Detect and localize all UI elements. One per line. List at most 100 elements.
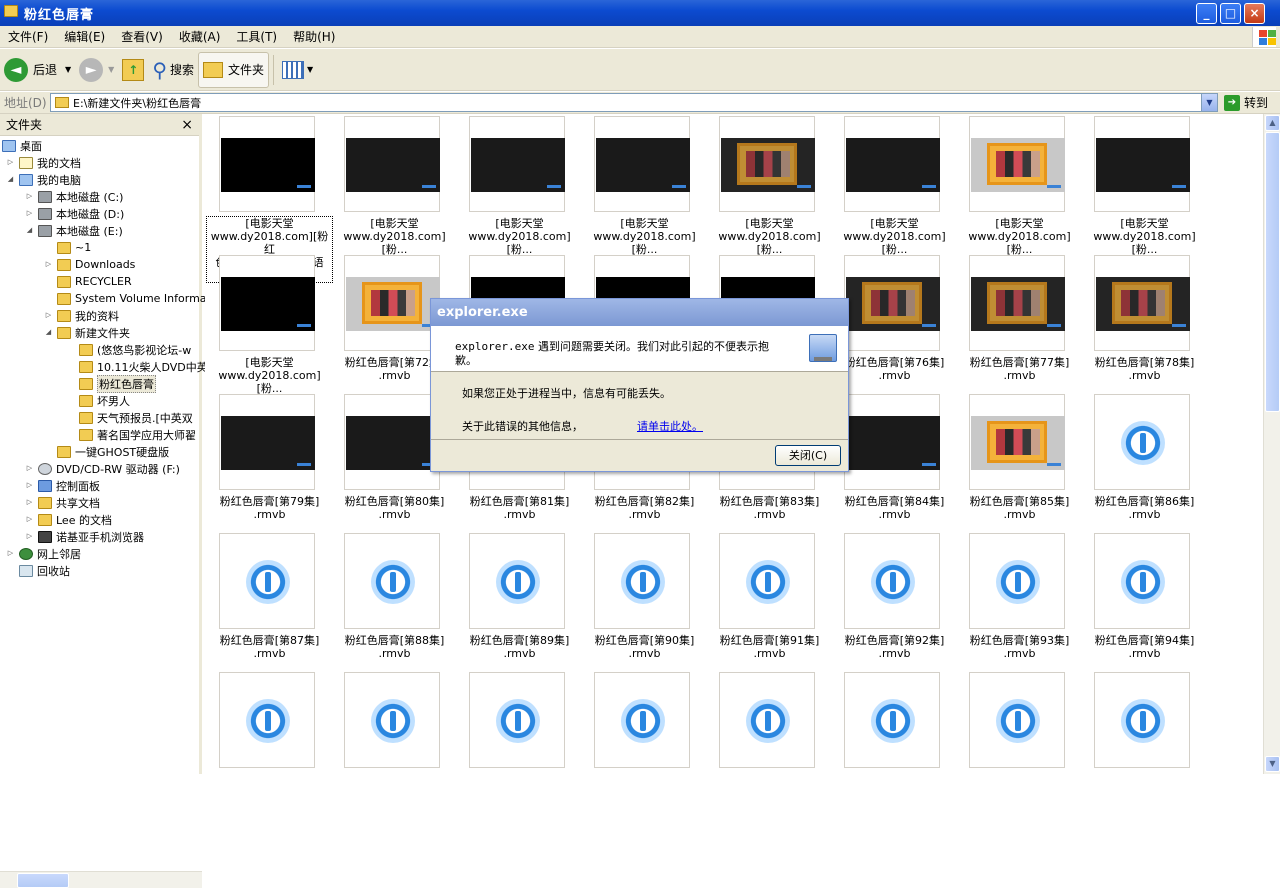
collapse-icon[interactable]: ◢ xyxy=(6,175,15,184)
views-dropdown-icon[interactable]: ▼ xyxy=(307,65,313,74)
file-thumbnail[interactable] xyxy=(844,116,940,212)
tree-item-nokia-browser[interactable]: ▷ 诺基亚手机浏览器 xyxy=(25,528,144,545)
expand-icon[interactable]: ▷ xyxy=(44,260,53,269)
expand-icon[interactable]: ▷ xyxy=(44,311,53,320)
tree-item-dvd-drive[interactable]: ▷ DVD/CD-RW 驱动器 (F:) xyxy=(25,460,180,477)
file-item[interactable] xyxy=(707,672,832,774)
file-thumbnail[interactable] xyxy=(969,116,1065,212)
tree-item-desktop[interactable]: 桌面 xyxy=(2,137,42,154)
file-item[interactable]: [电影天堂 www.dy2018.com][粉... xyxy=(457,116,582,256)
file-thumbnail[interactable] xyxy=(969,533,1065,629)
back-button[interactable]: ◄ 后退 ▼ xyxy=(0,52,75,88)
file-item[interactable]: [电影天堂 www.dy2018.com][粉... xyxy=(332,116,457,256)
file-item[interactable] xyxy=(332,672,457,774)
minimize-button[interactable]: _ xyxy=(1196,3,1217,24)
tree-item-shared-docs[interactable]: ▷ 共享文档 xyxy=(25,494,100,511)
file-item[interactable] xyxy=(1082,672,1207,774)
file-thumbnail[interactable] xyxy=(219,255,315,351)
file-thumbnail[interactable] xyxy=(219,394,315,490)
file-item[interactable] xyxy=(832,672,957,774)
scrollbar-thumb[interactable] xyxy=(1265,132,1280,412)
tree-item-folder[interactable]: ~1 xyxy=(57,239,91,256)
file-thumbnail[interactable] xyxy=(594,672,690,768)
file-item[interactable]: 粉红色唇膏[第77集] .rmvb xyxy=(957,255,1082,394)
expand-icon[interactable]: ▷ xyxy=(25,192,34,201)
file-item[interactable] xyxy=(207,672,332,774)
menu-favorites[interactable]: 收藏(A) xyxy=(171,28,229,45)
file-thumbnail[interactable] xyxy=(344,533,440,629)
scroll-up-icon[interactable]: ▲ xyxy=(1265,115,1280,131)
tree-item-my-documents[interactable]: ▷ 我的文档 xyxy=(6,154,81,171)
file-thumbnail[interactable] xyxy=(469,116,565,212)
menu-tools[interactable]: 工具(T) xyxy=(228,28,285,45)
file-thumbnail[interactable] xyxy=(1094,255,1190,351)
tree-item-disk-e[interactable]: ◢ 本地磁盘 (E:) xyxy=(25,222,123,239)
file-item[interactable]: 粉红色唇膏[第90集] .rmvb xyxy=(582,533,707,672)
tree-item-folder[interactable]: 著名国学应用大师翟 xyxy=(79,426,196,443)
tree-item-recycle-bin[interactable]: 回收站 xyxy=(19,562,70,579)
tree-item-my-computer[interactable]: ◢ 我的电脑 xyxy=(6,171,81,188)
file-item[interactable]: 粉红色唇膏[第85集] .rmvb xyxy=(957,394,1082,533)
file-thumbnail[interactable] xyxy=(469,533,565,629)
tree-item-folder[interactable]: 10.11火柴人DVD中英 xyxy=(79,358,208,375)
menu-edit[interactable]: 编辑(E) xyxy=(56,28,113,45)
dialog-close-button[interactable]: 关闭(C) xyxy=(775,445,841,466)
menu-help[interactable]: 帮助(H) xyxy=(285,28,343,45)
scroll-down-icon[interactable]: ▼ xyxy=(1265,756,1280,772)
file-item[interactable]: 粉红色唇膏[第79集] .rmvb xyxy=(207,394,332,533)
menu-file[interactable]: 文件(F) xyxy=(0,28,56,45)
expand-icon[interactable]: ▷ xyxy=(25,209,34,218)
expand-icon[interactable]: ▷ xyxy=(25,464,34,473)
file-thumbnail[interactable] xyxy=(469,672,565,768)
file-item[interactable] xyxy=(457,672,582,774)
file-thumbnail[interactable] xyxy=(219,672,315,768)
file-thumbnail[interactable] xyxy=(719,533,815,629)
tree-item-new-folder[interactable]: ◢ 新建文件夹 xyxy=(44,324,130,341)
file-thumbnail[interactable] xyxy=(719,672,815,768)
expand-icon[interactable]: ▷ xyxy=(25,515,34,524)
search-button[interactable]: ⚲ 搜索 xyxy=(148,52,198,88)
file-item[interactable]: [电影天堂 www.dy2018.com][粉... xyxy=(582,116,707,256)
file-item[interactable]: 粉红色唇膏[第76集] .rmvb xyxy=(832,255,957,394)
file-item[interactable]: [电影天堂 www.dy2018.com][粉... xyxy=(707,116,832,256)
tree-item-system-volume[interactable]: System Volume Informati xyxy=(57,290,214,307)
tree-item-folder[interactable]: (悠悠鸟影视论坛-w xyxy=(79,341,191,358)
file-item[interactable]: [电影天堂 www.dy2018.com][粉... xyxy=(832,116,957,256)
tree-item-network[interactable]: ▷ 网上邻居 xyxy=(6,545,81,562)
tree-item-selected[interactable]: 粉红色唇膏 xyxy=(79,374,156,393)
file-item[interactable]: 粉红色唇膏[第88集] .rmvb xyxy=(332,533,457,672)
expand-icon[interactable]: ▷ xyxy=(6,158,15,167)
views-button[interactable]: ▼ xyxy=(278,52,317,88)
expand-icon[interactable]: ▷ xyxy=(6,549,15,558)
file-item[interactable]: 粉红色唇膏[第89集] .rmvb xyxy=(457,533,582,672)
tree-item-recycler[interactable]: RECYCLER xyxy=(57,273,132,290)
file-item[interactable]: 粉红色唇膏[第78集] .rmvb xyxy=(1082,255,1207,394)
file-thumbnail[interactable] xyxy=(594,116,690,212)
address-input[interactable]: E:\新建文件夹\粉红色唇膏 ▼ xyxy=(50,93,1218,112)
expand-icon[interactable]: ▷ xyxy=(25,481,34,490)
file-item[interactable]: 粉红色唇膏[第87集] .rmvb xyxy=(207,533,332,672)
go-button[interactable]: ➔ 转到 xyxy=(1224,94,1268,111)
file-item[interactable]: 粉红色唇膏[第86集] .rmvb xyxy=(1082,394,1207,533)
file-item[interactable]: 粉红色唇膏[第94集] .rmvb xyxy=(1082,533,1207,672)
up-folder-button[interactable]: ↑ xyxy=(118,52,148,88)
forward-dropdown-icon[interactable]: ▼ xyxy=(108,65,114,74)
folder-pane-horizontal-scrollbar[interactable] xyxy=(0,871,202,888)
expand-icon[interactable]: ▷ xyxy=(25,532,34,541)
file-thumbnail[interactable] xyxy=(1094,116,1190,212)
file-item[interactable]: [电影天堂 www.dy2018.com][粉... xyxy=(207,255,332,395)
file-thumbnail[interactable] xyxy=(969,255,1065,351)
file-item[interactable]: [电影天堂 www.dy2018.com][粉... xyxy=(1082,116,1207,256)
vertical-scrollbar[interactable]: ▲ ▼ xyxy=(1263,114,1280,774)
file-thumbnail[interactable] xyxy=(844,533,940,629)
file-thumbnail[interactable] xyxy=(719,116,815,212)
address-dropdown-icon[interactable]: ▼ xyxy=(1201,94,1217,111)
file-thumbnail[interactable] xyxy=(1094,394,1190,490)
file-thumbnail[interactable] xyxy=(219,116,315,212)
file-thumbnail[interactable] xyxy=(844,394,940,490)
expand-icon[interactable]: ▷ xyxy=(25,498,34,507)
tree-item-lee-docs[interactable]: ▷ Lee 的文档 xyxy=(25,511,112,528)
file-thumbnail[interactable] xyxy=(1094,533,1190,629)
file-item[interactable]: [电影天堂 www.dy2018.com][粉... xyxy=(957,116,1082,256)
forward-button[interactable]: ► ▼ xyxy=(75,52,118,88)
